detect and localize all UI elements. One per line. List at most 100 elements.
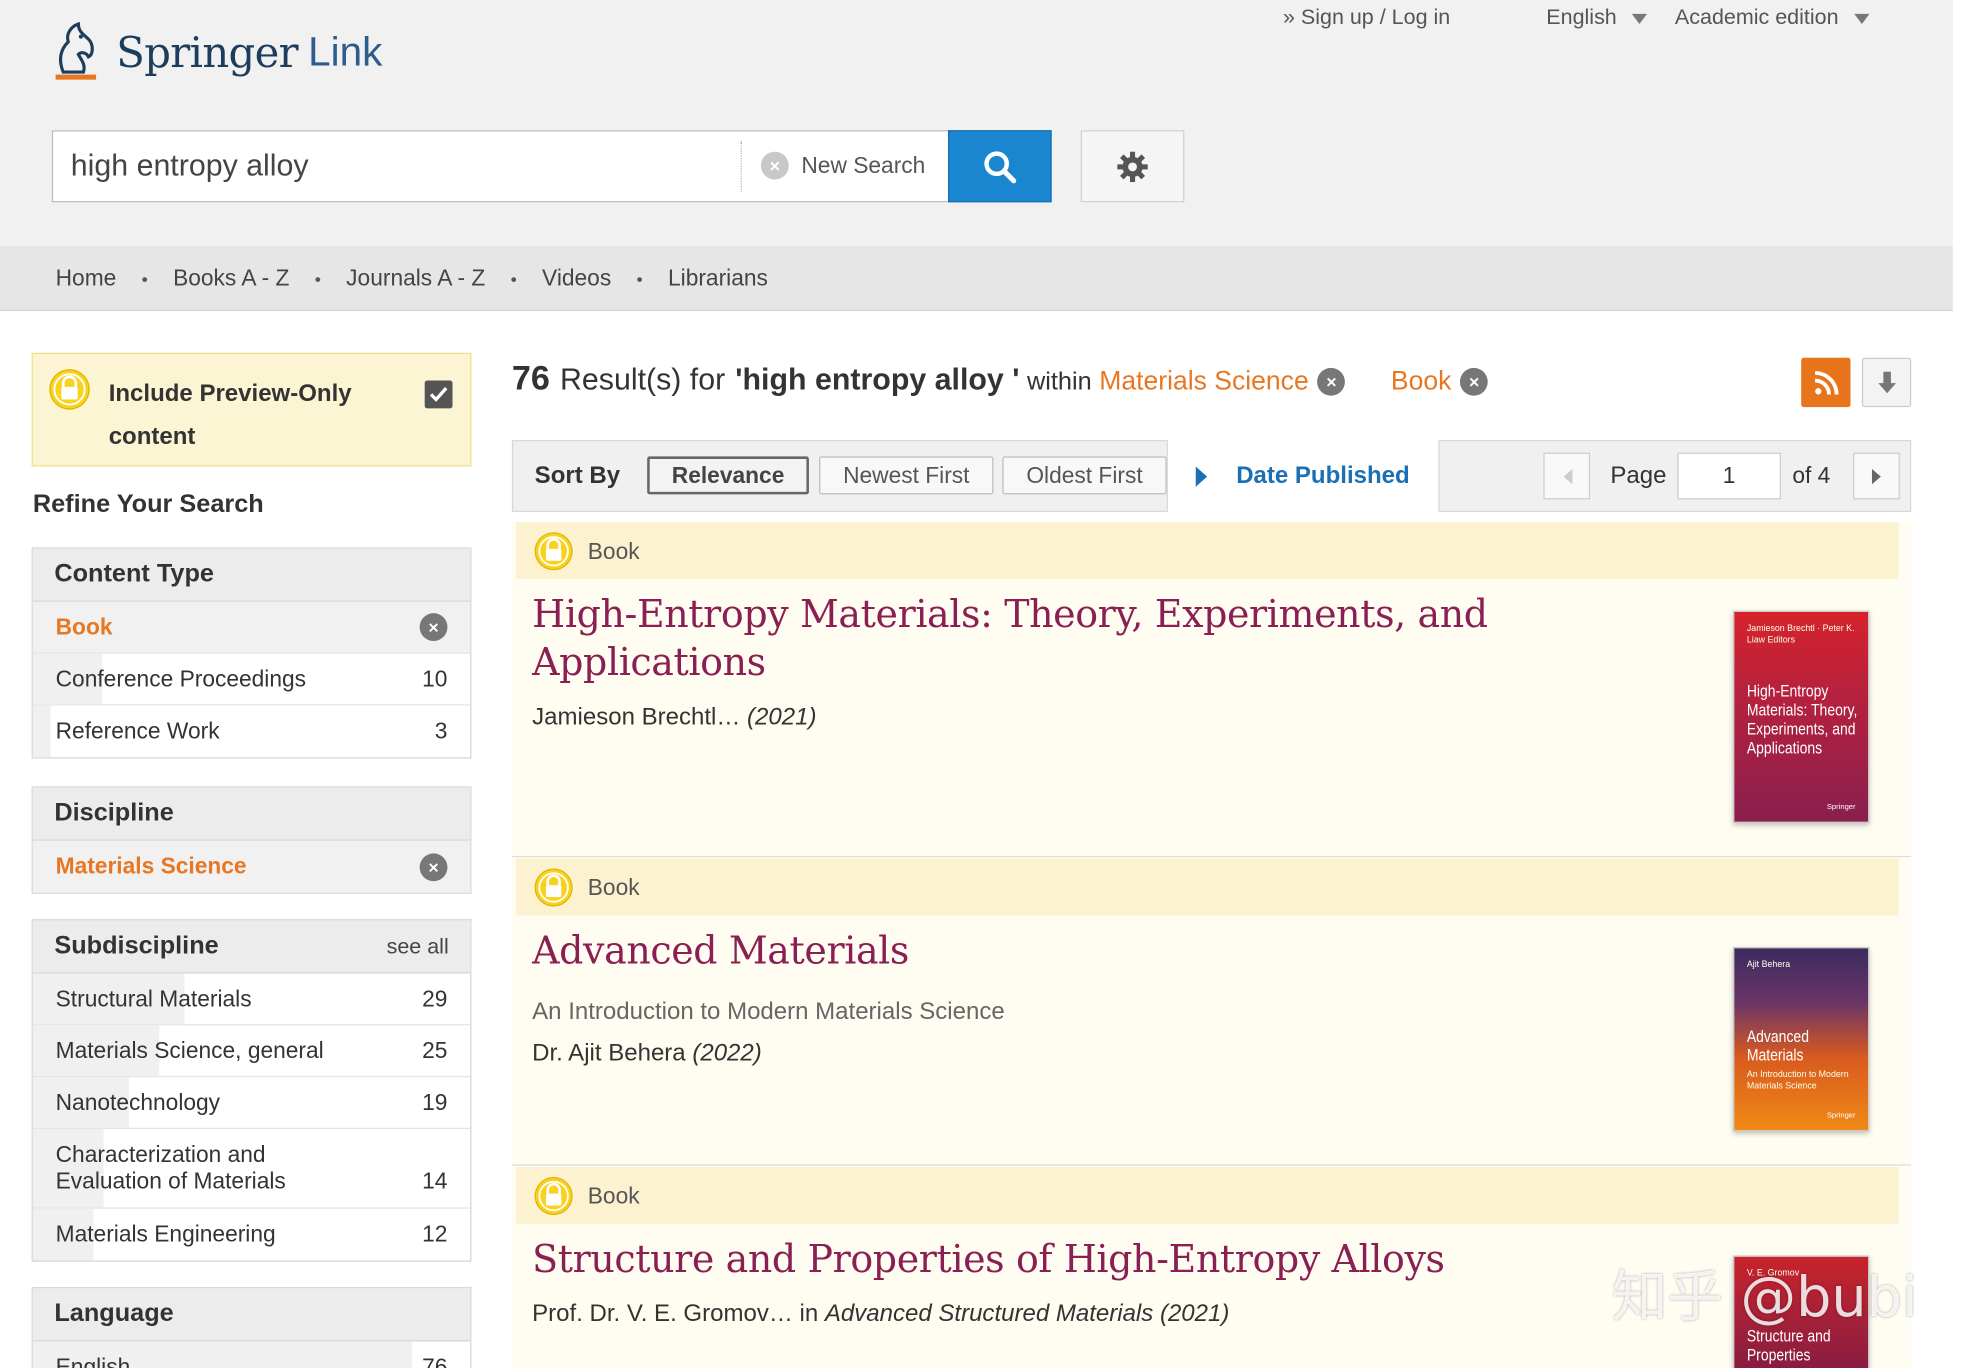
caret-down-icon — [1853, 13, 1869, 25]
discipline-heading: Discipline — [32, 787, 471, 841]
see-all-link[interactable]: see all — [387, 934, 449, 959]
facet-item-reference-work[interactable]: Reference Work 3 — [32, 705, 470, 758]
remove-filter-icon[interactable]: × — [419, 852, 448, 881]
nav-journals-a-z[interactable]: Journals A - Z — [346, 266, 485, 293]
result-year: (2021) — [747, 704, 817, 731]
rss-icon — [1814, 370, 1838, 394]
search-box: × New Search — [51, 130, 950, 203]
content-type-heading: Content Type — [32, 548, 471, 602]
next-page-button[interactable] — [1853, 452, 1900, 500]
result-title-link[interactable]: Structure and Properties of High-Entropy… — [532, 1236, 1445, 1284]
facet-item-materials-engineering[interactable]: Materials Engineering 12 — [32, 1208, 470, 1261]
expand-triangle-icon — [1195, 465, 1208, 487]
result-type: Book — [587, 1183, 640, 1209]
preview-only-checkbox[interactable] — [424, 380, 453, 409]
language-dropdown[interactable]: English — [1546, 5, 1648, 30]
sign-up-login-link[interactable]: » Sign up / Log in — [1283, 5, 1450, 30]
nav-videos[interactable]: Videos — [542, 266, 611, 293]
facet-item-nanotechnology[interactable]: Nanotechnology 19 — [32, 1077, 471, 1130]
facet-item-label: Book — [55, 613, 113, 640]
subdiscipline-heading: Subdiscipline see all — [32, 920, 471, 974]
nav-books-a-z[interactable]: Books A - Z — [173, 266, 289, 293]
result-title-link[interactable]: Advanced Materials — [532, 928, 909, 976]
facet-item-english[interactable]: English 76 — [32, 1341, 470, 1368]
sort-by-label: Sort By — [534, 462, 621, 490]
facet-item-count: 10 — [422, 665, 448, 691]
page-number-input[interactable] — [1677, 452, 1781, 500]
gear-icon — [1117, 151, 1148, 182]
nav-librarians[interactable]: Librarians — [668, 266, 768, 293]
remove-filter-icon[interactable]: × — [419, 613, 448, 642]
arrow-right-icon — [1871, 468, 1881, 484]
sort-oldest-button[interactable]: Oldest First — [1002, 456, 1167, 495]
filter-chip-label: Book — [1390, 366, 1452, 396]
result-subtitle: An Introduction to Modern Materials Scie… — [532, 998, 1005, 1026]
book-cover-image[interactable]: Jamieson Brechtl · Peter K. Liaw Editors… — [1732, 610, 1870, 824]
springer-link-logo[interactable]: Springer Link — [51, 20, 383, 83]
facet-item-label: English — [55, 1354, 131, 1368]
search-input[interactable] — [70, 146, 729, 188]
result-type-band — [515, 522, 1899, 580]
in-text: in — [799, 1300, 819, 1328]
result-type-band — [515, 858, 1899, 916]
result-item: Book Advanced Materials An Introduction … — [511, 858, 1912, 1166]
nav-separator: • — [141, 268, 148, 289]
facet-item-structural-materials[interactable]: Structural Materials 29 — [32, 973, 471, 1026]
cover-publisher: Springer — [1826, 804, 1856, 812]
prev-page-button[interactable] — [1543, 452, 1591, 500]
facet-item-count: 3 — [434, 718, 448, 744]
cover-editors: Jamieson Brechtl · Peter K. Liaw Editors — [1746, 624, 1855, 645]
lock-icon — [534, 868, 573, 907]
sort-newest-button[interactable]: Newest First — [819, 456, 994, 495]
facet-item-count: 76 — [422, 1354, 448, 1368]
filter-chip-book[interactable]: Book × — [1390, 366, 1489, 397]
springer-horse-icon — [55, 21, 97, 80]
lock-icon — [534, 1176, 573, 1216]
remove-filter-icon[interactable]: × — [1317, 367, 1346, 396]
refine-search-heading: Refine Your Search — [32, 490, 264, 519]
author-link[interactable]: Dr. Ajit Behera — [532, 1041, 686, 1068]
facet-item-count: 14 — [422, 1168, 448, 1194]
date-published-toggle[interactable]: Date Published — [1166, 439, 1440, 513]
search-settings-button[interactable] — [1080, 130, 1185, 203]
facet-item-conference-proceedings[interactable]: Conference Proceedings 10 — [32, 653, 471, 706]
book-cover-image[interactable]: Ajit Behera Advanced Materials An Introd… — [1732, 946, 1870, 1132]
result-item: Book High-Entropy Materials: Theory, Exp… — [511, 522, 1912, 858]
facet-selected-materials-science[interactable]: Materials Science × — [32, 840, 471, 893]
facet-title: Discipline — [54, 799, 174, 827]
cover-publisher: Springer — [1826, 1112, 1856, 1121]
remove-filter-icon[interactable]: × — [1460, 367, 1489, 396]
caret-down-icon — [1631, 13, 1648, 25]
clear-icon: × — [760, 151, 789, 180]
facet-item-label: Materials Science, general — [55, 1037, 324, 1063]
filter-chip-materials-science[interactable]: Materials Science × — [1099, 367, 1346, 397]
preview-only-filter[interactable]: Include Preview-Only content — [31, 352, 472, 467]
cover-subtitle: An Introduction to Modern Materials Scie… — [1746, 1070, 1849, 1092]
sort-relevance-button[interactable]: Relevance — [647, 456, 809, 495]
rss-feed-button[interactable] — [1801, 357, 1851, 408]
facet-item-label: Nanotechnology — [55, 1089, 221, 1115]
cover-title: Advanced Materials — [1746, 1026, 1809, 1065]
result-title-link[interactable]: High-Entropy Materials: Theory, Experime… — [532, 592, 1568, 688]
facet-item-label: Materials Science — [55, 853, 247, 879]
new-search-button[interactable]: × New Search — [760, 151, 925, 180]
search-button[interactable] — [948, 130, 1052, 203]
nav-home[interactable]: Home — [56, 266, 117, 293]
facet-item-label: Characterization and Evaluation of Mater… — [55, 1141, 286, 1194]
facet-title: Subdiscipline — [54, 931, 219, 960]
edition-dropdown[interactable]: Academic edition — [1675, 5, 1869, 30]
nav-separator: • — [510, 268, 517, 289]
series-link[interactable]: Advanced Structured Materials — [825, 1301, 1153, 1328]
download-results-button[interactable] — [1861, 357, 1912, 408]
facet-selected-book[interactable]: Book × — [32, 601, 471, 654]
author-link[interactable]: Prof. Dr. V. E. Gromov… — [532, 1301, 793, 1328]
nav-separator: • — [636, 268, 643, 289]
author-link[interactable]: Jamieson Brechtl… — [532, 704, 740, 731]
facet-item-materials-science-general[interactable]: Materials Science, general 25 — [32, 1025, 471, 1078]
facet-item-label: Structural Materials — [55, 985, 252, 1011]
brand-link-word: Link — [308, 28, 383, 74]
facet-title: Content Type — [54, 560, 214, 588]
facet-item-characterization[interactable]: Characterization and Evaluation of Mater… — [32, 1129, 471, 1209]
search-icon — [984, 150, 1017, 183]
watermark: 知乎 @bubi — [1611, 1265, 1918, 1331]
